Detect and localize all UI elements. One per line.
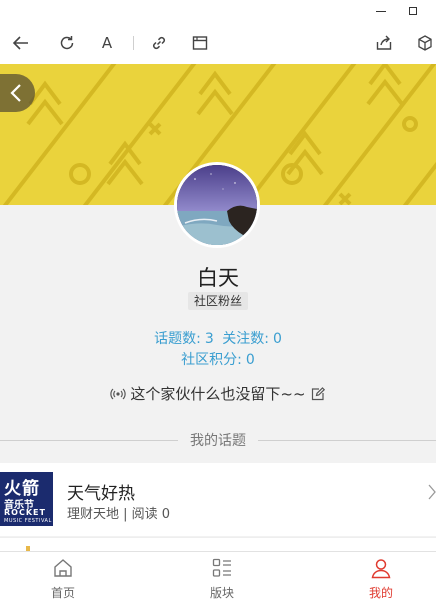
user-badge: 社区粉丝 xyxy=(188,292,248,310)
refresh-button[interactable] xyxy=(53,29,81,57)
points-line: 社区积分: 0 xyxy=(0,349,436,369)
topic-thumbnail: 火箭 音乐节 ROCKET MUSIC FESTIVAL xyxy=(0,472,53,526)
bio-text: 这个家伙什么也没留下~~ xyxy=(130,385,306,403)
home-icon xyxy=(54,559,72,577)
chevron-left-icon xyxy=(10,84,21,102)
edit-icon[interactable] xyxy=(310,386,326,402)
nav-sections-label: 版块 xyxy=(209,586,234,600)
thumb-line-3: ROCKET xyxy=(4,508,46,517)
arrow-left-icon xyxy=(12,36,28,50)
maximize-button[interactable] xyxy=(398,0,428,22)
topic-item[interactable]: 火箭 音乐节 ROCKET MUSIC FESTIVAL 天气好热 理财天地 |… xyxy=(0,463,436,536)
nav-home[interactable]: 首页 xyxy=(23,552,103,606)
broadcast-icon xyxy=(110,388,127,399)
font-label: A xyxy=(101,34,113,52)
nav-home-label: 首页 xyxy=(50,586,75,600)
toolbar-divider xyxy=(133,36,134,50)
follow-count-label: 关注数: xyxy=(222,331,269,347)
link-button[interactable] xyxy=(145,29,173,57)
section-title: 我的话题 xyxy=(178,430,258,450)
avatar[interactable] xyxy=(174,162,260,248)
points-value: 0 xyxy=(245,352,255,368)
maximize-icon xyxy=(409,7,417,15)
refresh-icon xyxy=(60,36,74,50)
list-icon xyxy=(212,558,231,577)
topic-title: 天气好热 xyxy=(67,484,135,504)
user-icon xyxy=(371,559,391,579)
cube-icon xyxy=(418,35,432,51)
window-icon xyxy=(192,36,208,50)
share-button[interactable] xyxy=(370,29,398,57)
topic-item-partial[interactable] xyxy=(0,537,436,552)
window-button[interactable] xyxy=(186,29,214,57)
bottom-nav: 首页 版块 我的 xyxy=(0,551,436,606)
toolbar: A xyxy=(0,22,436,64)
nav-mine[interactable]: 我的 xyxy=(341,552,421,606)
cube-button[interactable] xyxy=(411,29,436,57)
topics-count-label: 话题数: xyxy=(154,331,201,347)
follow-count: 0 xyxy=(272,331,282,347)
thumb-line-4: MUSIC FESTIVAL xyxy=(4,518,52,524)
nav-mine-label: 我的 xyxy=(368,586,393,600)
avatar-image xyxy=(177,165,257,245)
chevron-right-icon xyxy=(428,484,436,500)
window-caption xyxy=(0,0,436,22)
nav-sections[interactable]: 版块 xyxy=(182,552,262,606)
font-button[interactable]: A xyxy=(93,29,121,57)
user-name: 白天 xyxy=(197,266,239,290)
topic-meta: 理财天地 | 阅读 0 xyxy=(67,507,171,522)
back-toolbar-button[interactable] xyxy=(7,29,35,57)
points-label: 社区积分: xyxy=(181,352,242,368)
minimize-icon xyxy=(376,10,386,12)
user-bio: 这个家伙什么也没留下~~ xyxy=(0,383,436,404)
share-icon xyxy=(376,35,392,50)
stats-line: 话题数: 3 关注数: 0 xyxy=(0,328,436,348)
topics-count: 3 xyxy=(204,331,214,347)
link-icon xyxy=(153,36,165,50)
minimize-button[interactable] xyxy=(366,0,396,22)
